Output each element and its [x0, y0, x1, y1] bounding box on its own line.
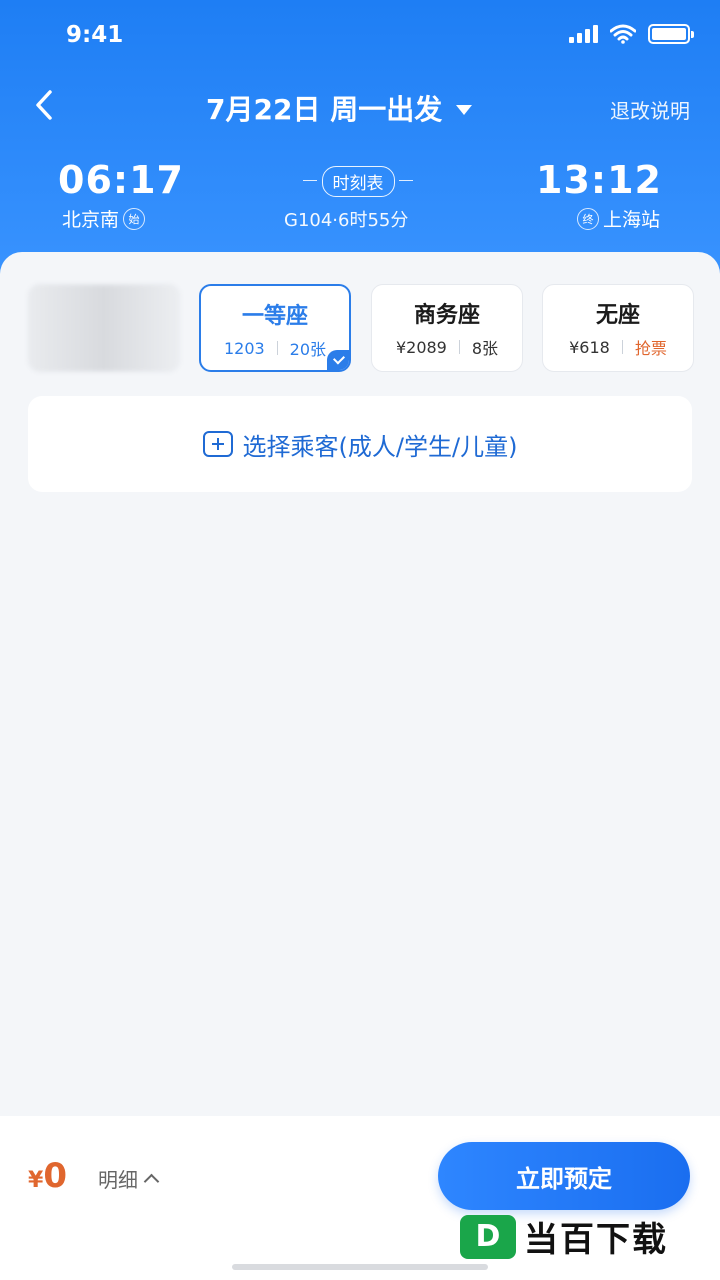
select-passenger-button[interactable]: 选择乘客(成人/学生/儿童) [28, 396, 692, 492]
battery-icon [648, 24, 694, 44]
status-icons [569, 24, 694, 44]
seat-name: 商务座 [413, 303, 480, 328]
check-icon [327, 350, 349, 370]
detail-label: 明细 [98, 1168, 138, 1192]
terminal-badge: 终 [576, 207, 599, 230]
select-passenger-label: 选择乘客(成人/学生/儿童) [242, 432, 518, 461]
origin-badge: 始 [123, 207, 146, 230]
signal-icon [569, 25, 598, 43]
status-bar: 9:41 [0, 0, 720, 70]
caret-down-icon [456, 104, 473, 115]
price-amount: 0 [43, 1156, 67, 1196]
seat-name: 一等座 [241, 304, 308, 329]
refund-policy-link[interactable]: 退改说明 [610, 95, 690, 124]
arrival-station: 终 上海站 [576, 205, 660, 232]
arrival-station-name: 上海站 [602, 209, 660, 231]
timetable-button[interactable]: 时刻表 [321, 165, 395, 197]
price-detail-toggle[interactable]: 明细 [98, 1164, 160, 1193]
timetable-group: 时刻表 [303, 165, 413, 197]
add-icon [202, 431, 233, 457]
watermark: D 当百下载 [460, 1212, 668, 1261]
seat-count: 20张 [289, 340, 327, 359]
total-price: ¥ 0 [28, 1156, 67, 1196]
seat-card-business[interactable]: 商务座 ¥2089 8张 [371, 284, 523, 372]
train-info: G104·6时55分 [284, 210, 409, 231]
seat-card-blurred[interactable] [28, 284, 180, 372]
seat-meta: ¥618 抢票 [543, 335, 693, 359]
wifi-icon [610, 24, 636, 44]
date-title: 7月22日 周一出发 [206, 93, 443, 126]
home-indicator [232, 1264, 488, 1270]
departure-station: 北京南 始 [62, 205, 146, 232]
watermark-text: 当百下载 [524, 1220, 668, 1260]
seat-price: 1203 [223, 338, 265, 358]
timetable-line-left [303, 180, 317, 181]
seat-price: ¥618 [569, 337, 610, 357]
grab-ticket-label: 抢票 [634, 339, 667, 358]
seat-count: 8张 [471, 339, 499, 358]
seat-meta: ¥2089 8张 [372, 335, 522, 359]
departure-station-name: 北京南 [62, 209, 120, 231]
seat-card-standing[interactable]: 无座 ¥618 抢票 [542, 284, 694, 372]
seat-name: 无座 [595, 303, 640, 328]
main-content: 一等座 1203 20张 商务座 ¥2089 8张 无座 ¥618 抢票 选择乘… [0, 252, 720, 1122]
back-icon[interactable] [30, 88, 60, 122]
seat-price: ¥2089 [395, 337, 447, 357]
seat-selector: 一等座 1203 20张 商务座 ¥2089 8张 无座 ¥618 抢票 [0, 284, 720, 374]
chevron-up-icon [143, 1173, 160, 1190]
date-selector[interactable]: 7月22日 周一出发 [206, 88, 473, 128]
bottom-bar: ¥ 0 明细 立即预定 D 当百下载 [0, 1116, 720, 1280]
timetable-line-right [399, 180, 413, 181]
watermark-logo: D [460, 1214, 516, 1259]
currency-symbol: ¥ [28, 1168, 44, 1193]
header: 9:41 7月22日 周一出发 退改说明 06:17 北京南 始 时刻表 G10… [0, 0, 720, 290]
status-time: 9:41 [66, 22, 124, 48]
seat-card-first-class[interactable]: 一等座 1203 20张 [199, 284, 351, 372]
arrival-time: 13:12 [536, 158, 662, 202]
departure-time: 06:17 [58, 158, 184, 202]
book-now-button[interactable]: 立即预定 [438, 1142, 690, 1210]
